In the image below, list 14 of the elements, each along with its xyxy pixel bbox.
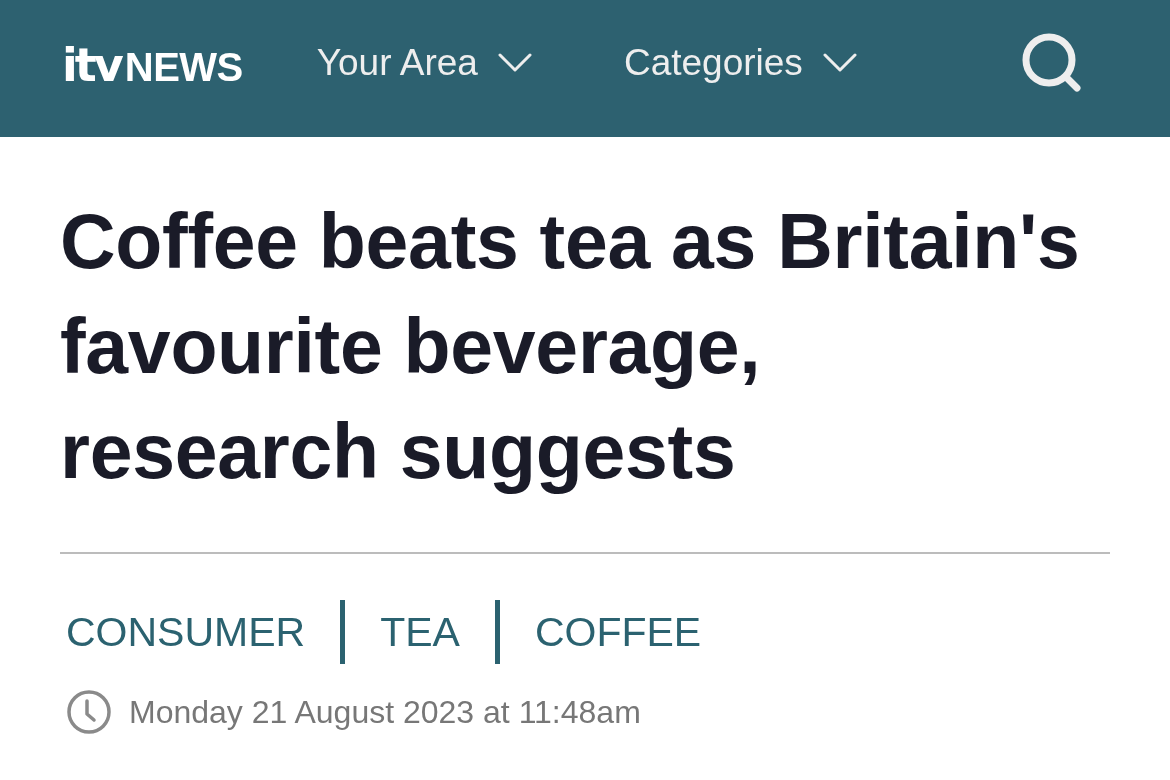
logo-mark[interactable]: itv <box>62 41 121 88</box>
search-icon <box>1022 32 1082 93</box>
nav-dropdown[interactable]: Your Area <box>316 41 532 84</box>
chevron-down-icon <box>497 53 532 72</box>
tag-link[interactable]: TEA <box>380 611 460 653</box>
chevron-down-icon <box>822 53 857 72</box>
tag-link[interactable]: CONSUMER <box>66 611 306 653</box>
tag-link[interactable]: COFFEE <box>534 611 702 653</box>
nav-dropdown[interactable]: Categories <box>623 41 857 84</box>
search-button[interactable] <box>1022 32 1082 93</box>
headline: Coffee beats tea as Britain's favourite beverage, research suggests <box>60 197 1081 496</box>
clock-icon <box>67 690 111 734</box>
publish-date: Monday 21 August 2023 at 11:48am <box>129 696 641 728</box>
logo-text[interactable]: NEWS <box>124 46 243 87</box>
